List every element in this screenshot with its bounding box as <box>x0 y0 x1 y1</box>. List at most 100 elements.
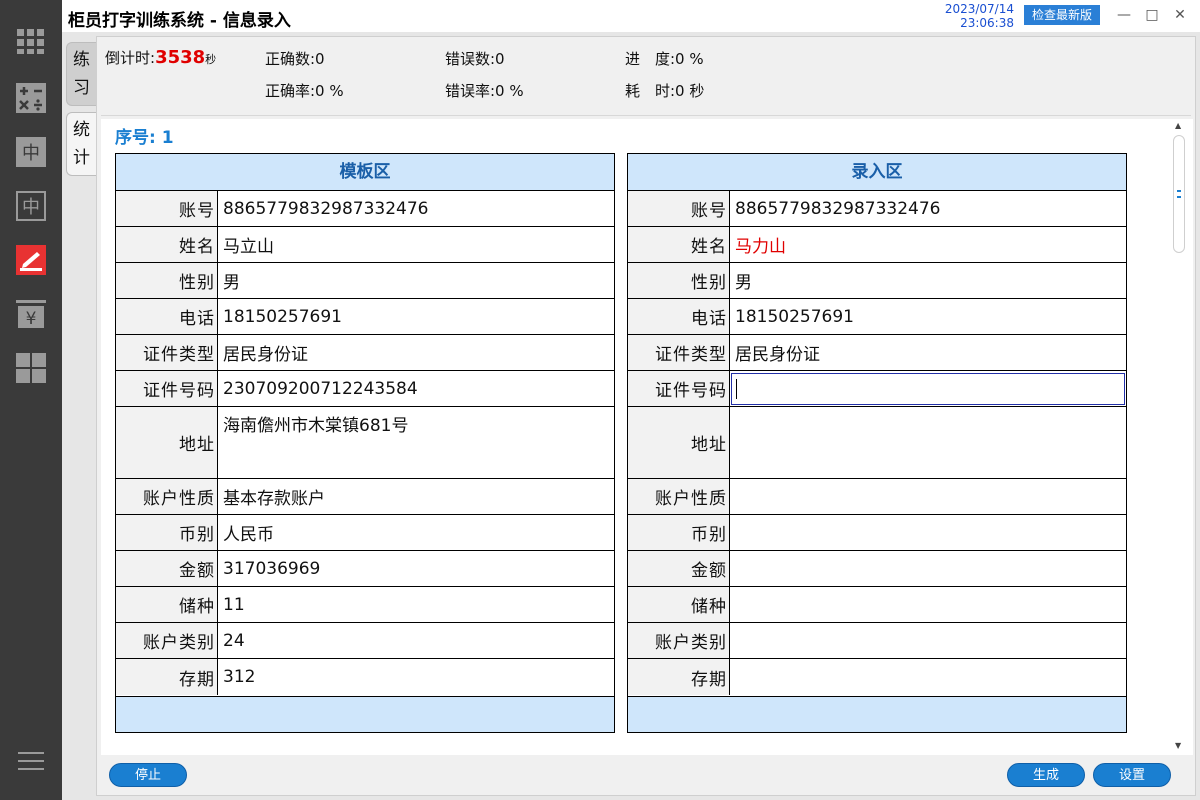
error-rate: 错误率:0 % <box>445 82 524 100</box>
window-title: 柜员打字训练系统 - 信息录入 <box>68 11 291 31</box>
svg-text:中: 中 <box>22 197 40 218</box>
template-value: 人民币 <box>223 525 274 545</box>
field-label: 存期 <box>116 659 218 695</box>
entry-field-mismatch[interactable]: 马力山 <box>730 227 1126 262</box>
entry-field-cell <box>730 371 1126 406</box>
template-value: 317036969 <box>223 558 321 579</box>
generate-button[interactable]: 生成 <box>1007 763 1085 787</box>
entry-field[interactable] <box>730 587 1126 622</box>
entry-field[interactable] <box>730 659 1126 695</box>
tab-statistics[interactable]: 统计 <box>66 112 96 176</box>
entry-field[interactable]: 居民身份证 <box>730 335 1126 370</box>
field-label: 电话 <box>116 299 218 334</box>
settings-button[interactable]: 设置 <box>1093 763 1171 787</box>
field-label: 账户类别 <box>628 623 730 658</box>
vertical-scrollbar[interactable]: ▲ ▼ <box>1169 119 1191 755</box>
menu-icon[interactable] <box>18 752 44 772</box>
template-value: 18150257691 <box>223 306 342 327</box>
field-label: 证件类型 <box>628 335 730 370</box>
correct-rate: 正确率:0 % <box>265 82 344 100</box>
template-table: 模板区 账号 8865779832987332476 姓名 马立山 性别男 电话 18… <box>115 153 615 733</box>
sidebar: 中 中 ¥ <box>0 0 62 800</box>
correct-count: 正确数:0 <box>265 50 325 68</box>
field-label: 金额 <box>628 551 730 586</box>
id-number-input[interactable] <box>731 372 1125 405</box>
clock-time: 23:06:38 <box>960 16 1014 30</box>
template-value: 24 <box>223 630 245 651</box>
yuan-icon[interactable]: ¥ <box>15 298 47 330</box>
check-update-button[interactable]: 检查最新版 <box>1024 5 1100 25</box>
chinese-char-icon[interactable]: 中 <box>15 136 47 168</box>
field-label: 账户性质 <box>116 479 218 514</box>
divider <box>101 115 1191 116</box>
field-label: 姓名 <box>116 227 218 262</box>
chinese-char-outline-icon[interactable]: 中 <box>15 190 47 222</box>
entry-field[interactable]: 18150257691 <box>730 299 1126 334</box>
clock: 2023/07/14 23:06:38 <box>936 2 1014 30</box>
countdown: 倒计时:3538秒 <box>105 47 216 68</box>
elapsed-time: 耗 时:0 秒 <box>625 82 705 100</box>
calculator-icon[interactable] <box>15 82 47 114</box>
scroll-down-icon[interactable]: ▼ <box>1175 741 1181 750</box>
entry-field[interactable]: 男 <box>730 263 1126 298</box>
field-label: 储种 <box>628 587 730 622</box>
countdown-value: 3538 <box>155 47 206 68</box>
app-window: 柜员打字训练系统 - 信息录入 2023/07/14 23:06:38 检查最新… <box>0 0 1200 800</box>
tab-practice[interactable]: 练习 <box>66 42 96 106</box>
sequence-number: 序号: 1 <box>115 128 174 148</box>
close-button[interactable]: ✕ <box>1166 4 1194 26</box>
clock-date: 2023/07/14 <box>944 2 1014 16</box>
field-label: 性别 <box>628 263 730 298</box>
template-value: 男 <box>223 273 240 293</box>
text-caret <box>736 378 737 399</box>
entry-field[interactable] <box>730 407 1126 478</box>
entry-field[interactable] <box>730 551 1126 586</box>
entry-field[interactable] <box>730 623 1126 658</box>
field-label: 存期 <box>628 659 730 695</box>
stats-panel: 倒计时:3538秒 正确数:0 错误数:0 进 度:0 % 正确率:0 % 错误… <box>97 37 1195 115</box>
field-label: 账号 <box>628 191 730 226</box>
title-bar: 柜员打字训练系统 - 信息录入 2023/07/14 23:06:38 检查最新… <box>0 0 1200 32</box>
field-label: 账户类别 <box>116 623 218 658</box>
field-label: 地址 <box>116 407 218 478</box>
entry-field[interactable]: 8865779832987332476 <box>730 191 1126 226</box>
field-label: 证件号码 <box>628 371 730 406</box>
svg-text:中: 中 <box>22 143 40 164</box>
countdown-label: 倒计时: <box>105 49 156 67</box>
scroll-up-icon[interactable]: ▲ <box>1175 121 1181 130</box>
field-label: 地址 <box>628 407 730 478</box>
entry-footer <box>628 696 1126 732</box>
stop-button[interactable]: 停止 <box>109 763 187 787</box>
template-value: 11 <box>223 594 245 615</box>
field-label: 币别 <box>628 515 730 550</box>
template-value: 230709200712243584 <box>223 378 418 399</box>
field-label: 姓名 <box>628 227 730 262</box>
grid-apps-icon[interactable] <box>15 26 47 58</box>
field-label: 币别 <box>116 515 218 550</box>
field-label: 储种 <box>116 587 218 622</box>
template-value: 海南儋州市木棠镇681号 <box>223 416 409 436</box>
entry-header: 录入区 <box>628 154 1126 191</box>
minimize-button[interactable]: — <box>1110 4 1138 26</box>
field-label: 账户性质 <box>628 479 730 514</box>
progress: 进 度:0 % <box>625 50 704 68</box>
field-label: 证件号码 <box>116 371 218 406</box>
signature-icon[interactable] <box>15 244 47 276</box>
dashboard-icon[interactable] <box>15 352 47 384</box>
content-area: 序号: 1 模板区 账号 8865779832987332476 姓名 马立山 性别… <box>101 119 1193 755</box>
entry-field[interactable] <box>730 515 1126 550</box>
scroll-thumb[interactable] <box>1173 135 1185 253</box>
template-value: 基本存款账户 <box>223 489 325 509</box>
template-value: 马立山 <box>223 237 274 257</box>
countdown-unit: 秒 <box>205 53 217 66</box>
main-panel: 倒计时:3538秒 正确数:0 错误数:0 进 度:0 % 正确率:0 % 错误… <box>96 36 1196 796</box>
entry-field[interactable] <box>730 479 1126 514</box>
field-label: 性别 <box>116 263 218 298</box>
template-header: 模板区 <box>116 154 614 191</box>
template-value: 312 <box>223 667 256 687</box>
template-value: 8865779832987332476 <box>223 198 429 219</box>
template-footer <box>116 696 614 732</box>
entry-table: 录入区 账号 8865779832987332476 姓名 马力山 性别男 电话 18… <box>627 153 1127 733</box>
maximize-button[interactable]: □ <box>1138 4 1166 26</box>
field-label: 金额 <box>116 551 218 586</box>
